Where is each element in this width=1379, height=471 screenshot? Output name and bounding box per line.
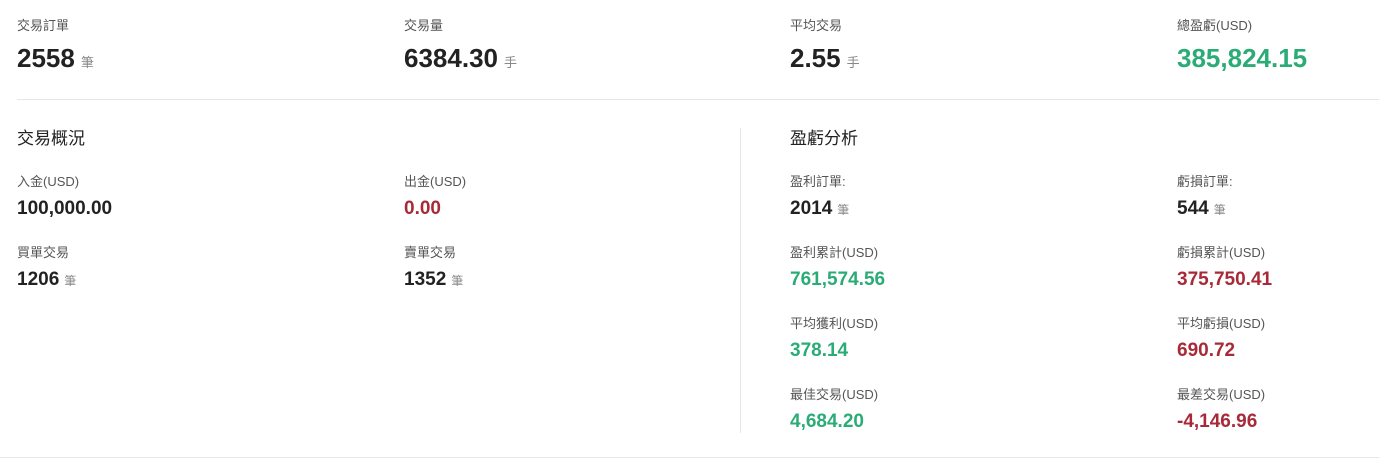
profit-orders-number: 2014 [790, 198, 833, 219]
profit-orders-value: 2014 筆 [790, 198, 849, 221]
avg-loss-value: 690.72 [1177, 340, 1236, 361]
loss-total-value: 375,750.41 [1177, 269, 1273, 290]
best-trade-value: 4,684.20 [790, 411, 864, 432]
avg-loss-label: 平均虧損(USD) [1177, 316, 1266, 331]
sell-trades-number: 1352 [404, 269, 447, 290]
buy-trades-unit: 筆 [64, 274, 77, 288]
total-pnl-value: 385,824.15 [1177, 43, 1308, 73]
withdrawal-label: 出金(USD) [404, 174, 467, 189]
pnl-analysis-title: 盈虧分析 [790, 129, 858, 148]
trade-volume-label: 交易量 [404, 18, 444, 33]
average-trade-unit: 手 [846, 55, 860, 70]
worst-trade-label: 最差交易(USD) [1177, 387, 1266, 402]
loss-orders-unit: 筆 [1213, 203, 1226, 217]
trade-volume-value: 6384.30 手 [404, 43, 517, 78]
withdrawal-value: 0.00 [404, 198, 441, 219]
avg-profit-label: 平均獲利(USD) [790, 316, 879, 331]
trade-volume-unit: 手 [503, 55, 517, 70]
deposit-label: 入金(USD) [17, 174, 80, 189]
trade-volume-number: 6384.30 [404, 43, 498, 73]
total-pnl-label: 總盈虧(USD) [1177, 18, 1253, 33]
average-trade-number: 2.55 [790, 43, 841, 73]
sell-trades-value: 1352 筆 [404, 269, 463, 292]
overview-title: 交易概況 [17, 129, 85, 148]
buy-trades-number: 1206 [17, 269, 60, 290]
trade-orders-number: 2558 [17, 43, 75, 73]
loss-orders-value: 544 筆 [1177, 198, 1226, 221]
loss-orders-label: 虧損訂單: [1177, 174, 1233, 189]
trade-orders-label: 交易訂單 [17, 18, 70, 33]
profit-total-value: 761,574.56 [790, 269, 886, 290]
trade-orders-unit: 筆 [80, 55, 94, 70]
buy-trades-value: 1206 筆 [17, 269, 76, 292]
trade-orders-value: 2558 筆 [17, 43, 94, 78]
average-trade-label: 平均交易 [790, 18, 843, 33]
summary-divider [17, 99, 1379, 100]
worst-trade-value: -4,146.96 [1177, 411, 1258, 432]
loss-orders-number: 544 [1177, 198, 1209, 219]
section-divider [740, 128, 741, 433]
profit-orders-unit: 筆 [837, 203, 850, 217]
sell-trades-label: 賣單交易 [404, 245, 457, 260]
loss-total-label: 虧損累計(USD) [1177, 245, 1266, 260]
average-trade-value: 2.55 手 [790, 43, 860, 78]
bottom-divider [0, 457, 1379, 458]
buy-trades-label: 買單交易 [17, 245, 70, 260]
best-trade-label: 最佳交易(USD) [790, 387, 879, 402]
profit-total-label: 盈利累計(USD) [790, 245, 879, 260]
deposit-value: 100,000.00 [17, 198, 113, 219]
avg-profit-value: 378.14 [790, 340, 849, 361]
profit-orders-label: 盈利訂單: [790, 174, 846, 189]
sell-trades-unit: 筆 [451, 274, 464, 288]
